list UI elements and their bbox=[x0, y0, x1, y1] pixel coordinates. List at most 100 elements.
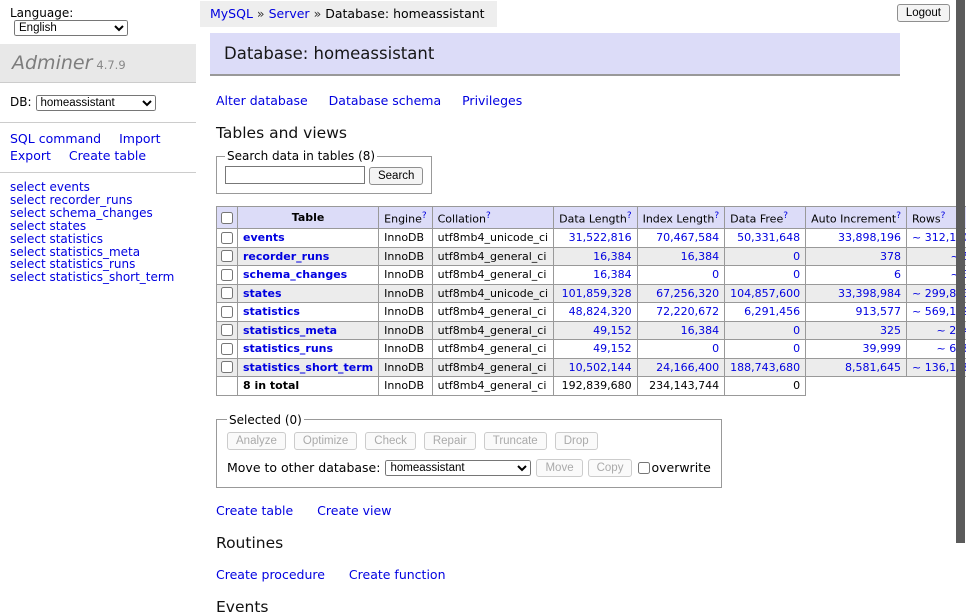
logout-button[interactable]: Logout bbox=[897, 4, 950, 22]
table-link-statistics-short-term[interactable]: statistics_short_term bbox=[243, 361, 373, 374]
select-all-cell bbox=[217, 207, 238, 229]
link-create-procedure[interactable]: Create procedure bbox=[216, 567, 325, 582]
data-length-link[interactable]: 49,152 bbox=[593, 342, 632, 356]
index-length-link[interactable]: 67,256,320 bbox=[656, 287, 719, 301]
link-database-schema[interactable]: Database schema bbox=[329, 93, 441, 108]
auto-increment-link[interactable]: 913,577 bbox=[856, 305, 902, 319]
data-free-link[interactable]: 0 bbox=[793, 250, 800, 264]
sidebar-select-statistics[interactable]: select statistics bbox=[10, 233, 186, 246]
data-free-link[interactable]: 50,331,648 bbox=[737, 231, 800, 245]
help-link-data-length[interactable]: ? bbox=[627, 211, 632, 221]
data-free-link[interactable]: 0 bbox=[793, 324, 800, 338]
table-link-statistics[interactable]: statistics bbox=[243, 305, 300, 318]
app-name[interactable]: Adminer bbox=[12, 52, 92, 74]
engine-cell: InnoDB bbox=[379, 358, 432, 377]
vertical-scrollbar[interactable] bbox=[956, 0, 965, 543]
table-link-events[interactable]: events bbox=[243, 231, 285, 244]
auto-increment-link[interactable]: 33,898,196 bbox=[838, 231, 901, 245]
auto-increment-link[interactable]: 39,999 bbox=[863, 342, 902, 356]
copy-button: Copy bbox=[588, 459, 633, 477]
row-checkbox-schema-changes[interactable] bbox=[221, 269, 233, 281]
row-checkbox-events[interactable] bbox=[221, 232, 233, 244]
link-create-view[interactable]: Create view bbox=[317, 503, 391, 518]
index-length-link[interactable]: 16,384 bbox=[681, 324, 720, 338]
column-header-index-length: Index Length? bbox=[637, 207, 725, 229]
collation-cell: utf8mb4_general_ci bbox=[432, 358, 553, 377]
move-db-select[interactable]: homeassistant bbox=[385, 460, 531, 476]
link-alter-database[interactable]: Alter database bbox=[216, 93, 308, 108]
index-length-link[interactable]: 24,166,400 bbox=[656, 361, 719, 375]
auto-increment-link[interactable]: 8,581,645 bbox=[845, 361, 901, 375]
data-length-link[interactable]: 31,522,816 bbox=[569, 231, 632, 245]
sidebar-select-statistics-short-term[interactable]: select statistics_short_term bbox=[10, 271, 186, 284]
data-free-link[interactable]: 6,291,456 bbox=[744, 305, 800, 319]
data-free-link[interactable]: 104,857,600 bbox=[730, 287, 800, 301]
row-checkbox-statistics-short-term[interactable] bbox=[221, 361, 233, 373]
table-link-recorder-runs[interactable]: recorder_runs bbox=[243, 250, 329, 263]
link-create-function[interactable]: Create function bbox=[349, 567, 446, 582]
row-checkbox-states[interactable] bbox=[221, 287, 233, 299]
overwrite-checkbox[interactable] bbox=[638, 462, 650, 474]
sidebar-action-import[interactable]: Import bbox=[119, 131, 161, 146]
breadcrumb-server-link[interactable]: Server bbox=[269, 6, 310, 21]
row-checkbox-statistics-meta[interactable] bbox=[221, 324, 233, 336]
overwrite-option: overwrite bbox=[637, 460, 710, 475]
sidebar-action-export[interactable]: Export bbox=[10, 148, 51, 163]
help-link-rows[interactable]: ? bbox=[941, 211, 946, 221]
drop-button: Drop bbox=[555, 432, 598, 450]
index-length-link[interactable]: 0 bbox=[712, 268, 719, 282]
index-length-link[interactable]: 0 bbox=[712, 342, 719, 356]
link-privileges[interactable]: Privileges bbox=[462, 93, 522, 108]
help-link-collation[interactable]: ? bbox=[486, 211, 491, 221]
help-link-auto-increment[interactable]: ? bbox=[896, 211, 901, 221]
row-checkbox-statistics-runs[interactable] bbox=[221, 343, 233, 355]
data-length-link[interactable]: 101,859,328 bbox=[562, 287, 632, 301]
search-button[interactable]: Search bbox=[369, 167, 423, 185]
auto-increment-link[interactable]: 325 bbox=[880, 324, 901, 338]
sidebar-select-schema-changes[interactable]: select schema_changes bbox=[10, 207, 186, 220]
data-length-link[interactable]: 49,152 bbox=[593, 324, 632, 338]
optimize-button: Optimize bbox=[294, 432, 357, 450]
sidebar-action-create-table[interactable]: Create table bbox=[69, 148, 146, 163]
db-select[interactable]: homeassistant bbox=[36, 95, 156, 111]
table-link-schema-changes[interactable]: schema_changes bbox=[243, 268, 347, 281]
data-free-link[interactable]: 0 bbox=[793, 268, 800, 282]
help-link-data-free[interactable]: ? bbox=[783, 211, 788, 221]
app-title-band: Adminer4.7.9 bbox=[0, 44, 196, 83]
sidebar-select-states[interactable]: select states bbox=[10, 220, 186, 233]
auto-increment-link[interactable]: 33,398,984 bbox=[838, 287, 901, 301]
table-link-statistics-meta[interactable]: statistics_meta bbox=[243, 324, 337, 337]
row-checkbox-recorder-runs[interactable] bbox=[221, 250, 233, 262]
table-link-statistics-runs[interactable]: statistics_runs bbox=[243, 342, 333, 355]
auto-increment-link[interactable]: 378 bbox=[880, 250, 901, 264]
sidebar: Language:English Adminer4.7.9 DB:homeass… bbox=[0, 0, 196, 292]
data-length-link[interactable]: 48,824,320 bbox=[569, 305, 632, 319]
data-length-link[interactable]: 16,384 bbox=[593, 250, 632, 264]
breadcrumb-mysql-link[interactable]: MySQL bbox=[210, 6, 253, 21]
column-header-engine: Engine? bbox=[379, 207, 432, 229]
truncate-button: Truncate bbox=[484, 432, 547, 450]
help-link-engine[interactable]: ? bbox=[422, 211, 427, 221]
search-input[interactable] bbox=[225, 166, 365, 184]
total-label: 8 in total bbox=[238, 377, 379, 396]
sidebar-select-recorder-runs[interactable]: select recorder_runs bbox=[10, 194, 186, 207]
help-link-index-length[interactable]: ? bbox=[714, 211, 719, 221]
repair-button: Repair bbox=[424, 432, 476, 450]
table-row: eventsInnoDButf8mb4_unicode_ci31,522,816… bbox=[217, 229, 966, 248]
link-create-table[interactable]: Create table bbox=[216, 503, 293, 518]
index-length-link[interactable]: 16,384 bbox=[681, 250, 720, 264]
selected-fieldset: Selected (0) Analyze Optimize Check Repa… bbox=[216, 413, 722, 488]
index-length-link[interactable]: 72,220,672 bbox=[656, 305, 719, 319]
data-length-link[interactable]: 10,502,144 bbox=[569, 361, 632, 375]
sidebar-action-sql-command[interactable]: SQL command bbox=[10, 131, 101, 146]
select-all-checkbox[interactable] bbox=[221, 212, 233, 224]
data-free-link[interactable]: 0 bbox=[793, 342, 800, 356]
index-length-link[interactable]: 70,467,584 bbox=[656, 231, 719, 245]
data-free-link[interactable]: 188,743,680 bbox=[730, 361, 800, 375]
data-length-link[interactable]: 16,384 bbox=[593, 268, 632, 282]
auto-increment-link[interactable]: 6 bbox=[894, 268, 901, 282]
table-link-states[interactable]: states bbox=[243, 287, 282, 300]
language-select[interactable]: English bbox=[14, 20, 128, 36]
row-checkbox-statistics[interactable] bbox=[221, 306, 233, 318]
sidebar-select-events[interactable]: select events bbox=[10, 181, 186, 194]
